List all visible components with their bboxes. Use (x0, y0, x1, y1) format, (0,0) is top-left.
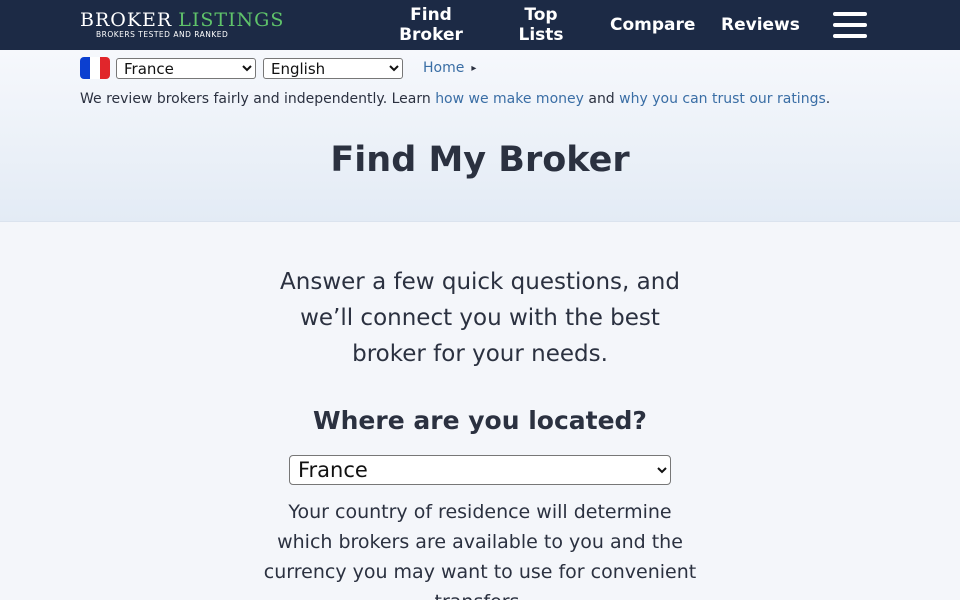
page-title: Find My Broker (330, 140, 630, 180)
nav-link-find-broker[interactable]: Find Broker (380, 5, 482, 45)
hamburger-bar (833, 34, 867, 38)
broker-finder-form: Answer a few quick questions, and we’ll … (0, 222, 960, 600)
breadcrumb-home-link[interactable]: Home (423, 60, 464, 76)
logo-word-broker: BROKER (80, 9, 173, 32)
logo-tagline: BROKERS TESTED AND RANKED (96, 30, 229, 40)
language-select[interactable]: English (263, 57, 403, 79)
nav-link-compare[interactable]: Compare (610, 15, 695, 35)
flag-stripe-white (90, 57, 100, 79)
nav-link-label-line1: Top (524, 5, 558, 25)
nav-link-reviews[interactable]: Reviews (721, 15, 800, 35)
disclaimer-suffix: . (825, 91, 831, 107)
nav-link-top-lists[interactable]: Top Lists (495, 5, 587, 45)
how-we-make-money-link[interactable]: how we make money (435, 91, 584, 107)
nav-link-label-line1: Find (410, 5, 452, 25)
disclaimer-middle: and (588, 91, 615, 107)
nav-link-label-line2: Broker (399, 25, 463, 45)
trust-ratings-link[interactable]: why you can trust our ratings (619, 91, 826, 107)
disclaimer-prefix: We review brokers fairly and independent… (80, 91, 431, 107)
hamburger-bar (833, 12, 867, 16)
breadcrumb: Home ▸ (423, 60, 476, 76)
country-select[interactable]: France (116, 57, 256, 79)
flag-stripe-red (100, 57, 110, 79)
disclaimer-text: We review brokers fairly and independent… (80, 91, 830, 107)
location-question: Where are you located? (313, 406, 647, 435)
logo-word-listings: LISTINGS (178, 9, 285, 32)
nav-link-label-line2: Lists (518, 25, 564, 45)
site-logo[interactable]: BROKER LISTINGS BROKERS TESTED AND RANKED (80, 11, 284, 39)
hamburger-bar (833, 23, 867, 27)
hamburger-menu-icon[interactable] (833, 12, 867, 38)
logo-wordmark: BROKER LISTINGS (80, 11, 284, 30)
flag-stripe-blue (80, 57, 90, 79)
top-nav: BROKER LISTINGS BROKERS TESTED AND RANKED… (0, 0, 960, 50)
locale-toolbar: France English Home ▸ (80, 57, 476, 79)
breadcrumb-arrow-icon: ▸ (471, 62, 477, 74)
location-select[interactable]: France (289, 455, 671, 485)
intro-text: Answer a few quick questions, and we’ll … (280, 269, 680, 367)
france-flag-icon (80, 57, 110, 79)
location-help-text: Your country of residence will determine… (263, 501, 697, 600)
hero-section: France English Home ▸ We review brokers … (0, 50, 960, 222)
